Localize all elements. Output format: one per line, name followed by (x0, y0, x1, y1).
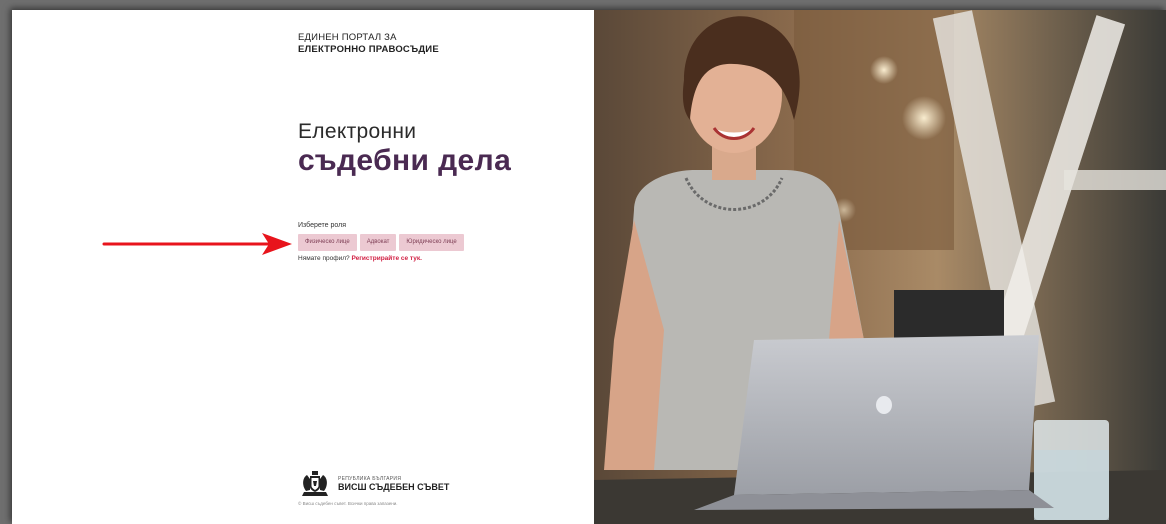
woman-with-laptop-image (594, 10, 1166, 524)
footer-logo[interactable]: РЕПУБЛИКА БЪЛГАРИЯ ВИСШ СЪДЕБЕН СЪВЕТ (298, 470, 449, 498)
hero-title-line2: съдебни дела (298, 144, 512, 177)
role-button-lawyer[interactable]: Адвокат (359, 234, 397, 251)
register-link[interactable]: Регистрирайте се тук. (351, 255, 422, 262)
role-button-legal-entity[interactable]: Юридическо лице (399, 234, 464, 251)
register-prompt: Нямате профил? Регистрирайте се тук. (298, 255, 422, 262)
portal-logo[interactable]: ЕДИНЕН ПОРТАЛ ЗА ЕЛЕКТРОННО ПРАВОСЪДИЕ (298, 32, 439, 56)
portal-title-line1: ЕДИНЕН ПОРТАЛ ЗА (298, 32, 397, 43)
left-panel: ЕДИНЕН ПОРТАЛ ЗА ЕЛЕКТРОННО ПРАВОСЪДИЕ Е… (12, 10, 594, 524)
hero-photo (594, 10, 1166, 524)
hero-title-line1: Електронни (298, 120, 417, 143)
register-text: Нямате профил? (298, 255, 350, 262)
role-button-individual[interactable]: Физическо лице (298, 234, 357, 251)
footer-org-text: РЕПУБЛИКА БЪЛГАРИЯ ВИСШ СЪДЕБЕН СЪВЕТ (338, 476, 449, 492)
coat-of-arms-icon (302, 471, 328, 496)
login-page: ЕДИНЕН ПОРТАЛ ЗА ЕЛЕКТРОННО ПРАВОСЪДИЕ Е… (12, 10, 1166, 524)
role-button-group: Физическо лице Адвокат Юридическо лице (298, 234, 464, 251)
footer-org-name: ВИСШ СЪДЕБЕН СЪВЕТ (338, 482, 450, 492)
copyright-text: © Висш съдебен съвет. Всички права запаз… (298, 501, 398, 506)
role-label: Изберете роля (298, 222, 347, 229)
red-arrow-annotation (102, 233, 292, 255)
portal-title-line2: ЕЛЕКТРОННО ПРАВОСЪДИЕ (298, 44, 439, 55)
